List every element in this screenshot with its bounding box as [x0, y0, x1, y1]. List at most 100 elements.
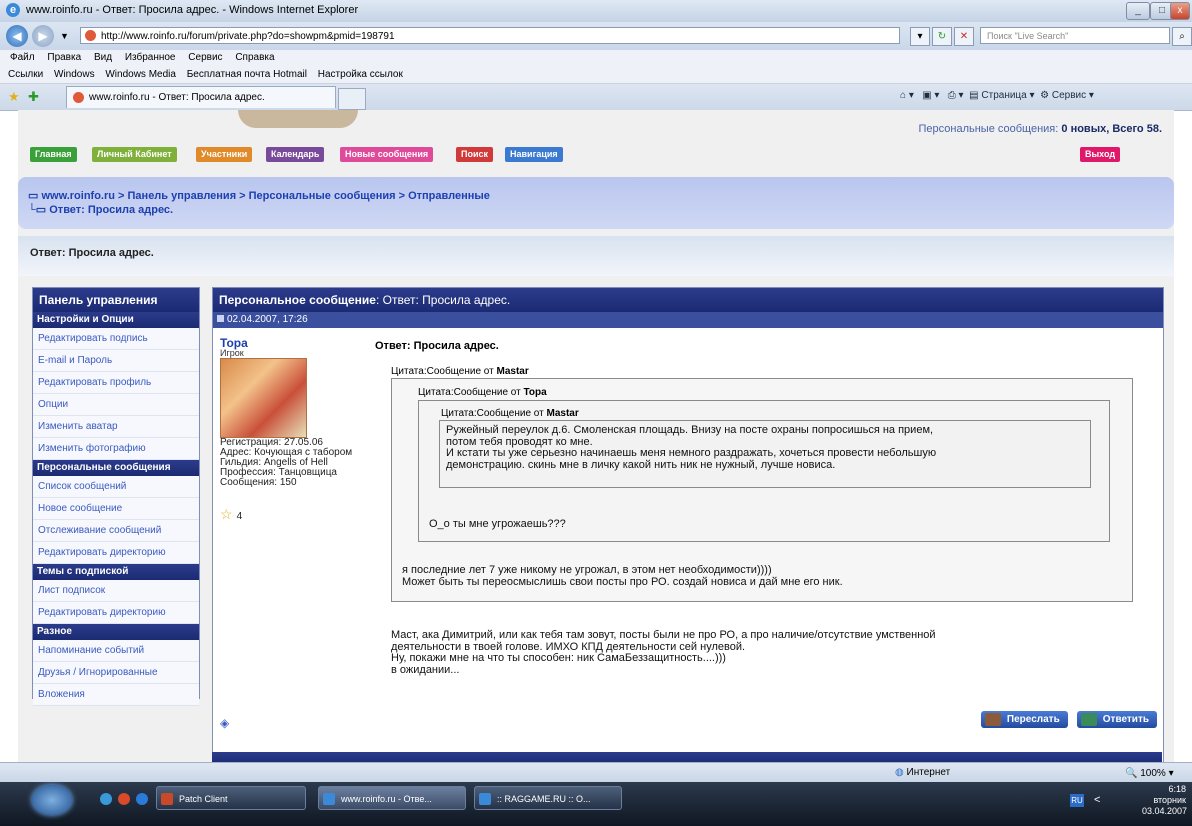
sidebar-item-change-avatar[interactable]: Изменить аватар — [33, 416, 199, 438]
quote2-label-text: Цитата:Сообщение от — [418, 387, 524, 398]
sidebar-item-new-message[interactable]: Новое сообщение — [33, 498, 199, 520]
tray-expand-icon[interactable]: < — [1094, 794, 1100, 806]
quicklaunch-media-icon[interactable] — [118, 793, 130, 805]
quicklaunch-ie-icon[interactable] — [136, 793, 148, 805]
url-dropdown-button[interactable]: ▾ — [910, 27, 930, 46]
stop-icon[interactable]: ✕ — [954, 27, 974, 46]
link-windows[interactable]: Windows — [54, 66, 95, 83]
nav-members[interactable]: Участники — [196, 147, 253, 162]
search-input[interactable]: Поиск "Live Search" — [980, 27, 1170, 44]
breadcrumb-current-text: Ответ: Просила адрес. — [49, 204, 174, 216]
reply-icon — [1080, 713, 1097, 726]
recent-pages-dropdown[interactable]: ▼ — [60, 31, 69, 41]
home-icon[interactable]: ⌂ ▾ — [900, 90, 914, 101]
nav-home[interactable]: Главная — [30, 147, 77, 162]
ie-task-icon — [323, 793, 335, 805]
nav-search[interactable]: Поиск — [456, 147, 494, 162]
quote3-label: Цитата:Сообщение от Mastar — [441, 408, 579, 419]
quote1-label-text: Цитата:Сообщение от — [391, 366, 497, 377]
forward-button-label: Переслать — [1006, 714, 1060, 725]
post-link-icon[interactable]: ◈ — [220, 716, 229, 730]
taskbar: Patch Client www.roinfo.ru - Отве... :: … — [0, 782, 1192, 826]
new-tab-button[interactable] — [338, 88, 366, 110]
nav-calendar[interactable]: Календарь — [266, 147, 325, 162]
user-rating: ☆ 4 — [220, 506, 242, 523]
ie-icon: e — [6, 3, 20, 17]
sidebar-item-event-reminders[interactable]: Напоминание событий — [33, 640, 199, 662]
search-icon[interactable]: ⌕ — [1172, 27, 1192, 46]
page-menu[interactable]: ▤ Страница ▾ — [969, 90, 1034, 101]
tools-menu[interactable]: ⚙ Сервис ▾ — [1040, 90, 1094, 101]
task-patch-client-label: Patch Client — [179, 794, 228, 804]
nav-cabinet[interactable]: Личный Кабинет — [92, 147, 177, 162]
sidebar-item-track-messages[interactable]: Отслеживание сообщений — [33, 520, 199, 542]
link-hotmail[interactable]: Бесплатная почта Hotmail — [187, 66, 307, 83]
language-indicator[interactable]: RU — [1070, 794, 1084, 807]
breadcrumb-path[interactable]: ▭ www.roinfo.ru > Панель управления > Пе… — [28, 189, 490, 202]
logout-button[interactable]: Выход — [1080, 147, 1121, 162]
nav-navigation[interactable]: Навигация — [505, 147, 563, 162]
sidebar-item-options[interactable]: Опции — [33, 394, 199, 416]
task-raggame[interactable]: :: RAGGAME.RU :: О... — [474, 786, 622, 810]
menu-view[interactable]: Вид — [94, 50, 112, 66]
url-text: http://www.roinfo.ru/forum/private.php?d… — [101, 31, 395, 42]
url-field[interactable]: http://www.roinfo.ru/forum/private.php?d… — [80, 27, 900, 44]
zoom-control[interactable]: 🔍 100% ▾ — [1125, 768, 1174, 779]
task-roinfo[interactable]: www.roinfo.ru - Отве... — [318, 786, 466, 810]
clock-date: 03.04.2007 — [1142, 806, 1188, 816]
forward-icon — [984, 713, 1001, 726]
quote1-label: Цитата:Сообщение от Mastar — [391, 366, 529, 377]
sidebar-item-friends-ignored[interactable]: Друзья / Игнорированные — [33, 662, 199, 684]
tab-bar: ★ ✚ www.roinfo.ru - Ответ: Просила адрес… — [0, 84, 1192, 111]
user-panel: Topa Игрок Регистрация: 27.05.06 Адрес: … — [213, 328, 358, 718]
back-button[interactable]: ◀ — [6, 25, 28, 47]
page-viewport: Персональные сообщения: 0 новых, Всего 5… — [18, 110, 1174, 762]
quote3-author: Mastar — [546, 408, 579, 419]
clock[interactable]: 6:18 вторник 03.04.2007 — [1142, 784, 1188, 817]
address-toolbar: ◀ ▶ ▼ http://www.roinfo.ru/forum/private… — [0, 22, 1192, 50]
body-line-3: Ну, покажи мне на что ты способен: ник С… — [391, 652, 726, 664]
sidebar-item-edit-profile[interactable]: Редактировать профиль — [33, 372, 199, 394]
menu-help[interactable]: Справка — [235, 50, 274, 66]
favorites-star-icon[interactable]: ★ — [8, 89, 20, 105]
control-panel-sidebar: Панель управления Настройки и Опции Реда… — [32, 287, 200, 706]
reply-button[interactable]: Ответить — [1076, 711, 1157, 728]
page-title-band — [18, 236, 1174, 276]
task-patch-client[interactable]: Patch Client — [156, 786, 306, 810]
menu-bar: Файл Правка Вид Избранное Сервис Справка — [0, 50, 1192, 66]
sidebar-item-attachments[interactable]: Вложения — [33, 684, 199, 706]
minimize-button[interactable]: _ — [1126, 2, 1150, 20]
sidebar-item-edit-folders[interactable]: Редактировать директорию — [33, 542, 199, 564]
feeds-icon[interactable]: ▣ ▾ — [922, 90, 939, 101]
sidebar-item-email-password[interactable]: E-mail и Пароль — [33, 350, 199, 372]
tab-title: www.roinfo.ru - Ответ: Просила адрес. — [89, 92, 265, 103]
start-button[interactable] — [32, 785, 72, 815]
sidebar-item-edit-signature[interactable]: Редактировать подпись — [33, 328, 199, 350]
menu-edit[interactable]: Правка — [47, 50, 81, 66]
message-header: Персональное сообщение: Ответ: Просила а… — [213, 288, 1163, 312]
link-customize[interactable]: Настройка ссылок — [318, 66, 403, 83]
add-favorites-icon[interactable]: ✚ — [28, 89, 39, 105]
print-icon[interactable]: ⎙ ▾ — [948, 90, 964, 101]
sidebar-section-pm: Персональные сообщения — [33, 460, 199, 476]
sidebar-item-edit-sub-folders[interactable]: Редактировать директорию — [33, 602, 199, 624]
sidebar-item-change-photo[interactable]: Изменить фотографию — [33, 438, 199, 460]
forward-button[interactable]: Переслать — [980, 711, 1068, 728]
ie-task-icon-2 — [479, 793, 491, 805]
menu-tools[interactable]: Сервис — [188, 50, 222, 66]
refresh-icon[interactable]: ↻ — [932, 27, 952, 46]
sidebar-section-settings: Настройки и Опции — [33, 312, 199, 328]
menu-favorites[interactable]: Избранное — [125, 50, 176, 66]
menu-file[interactable]: Файл — [10, 50, 35, 66]
sidebar-item-subscription-list[interactable]: Лист подписок — [33, 580, 199, 602]
sidebar-item-message-list[interactable]: Список сообщений — [33, 476, 199, 498]
tab-current[interactable]: www.roinfo.ru - Ответ: Просила адрес. — [66, 86, 336, 108]
tab-favicon — [73, 92, 84, 103]
message-date: 02.04.2007, 17:26 — [227, 314, 308, 325]
globe-icon: ◍ — [895, 767, 904, 778]
link-windows-media[interactable]: Windows Media — [105, 66, 176, 83]
quicklaunch-desktop-icon[interactable] — [100, 793, 112, 805]
nav-new-posts[interactable]: Новые сообщения — [340, 147, 434, 162]
forward-nav-button[interactable]: ▶ — [32, 25, 54, 47]
close-button[interactable]: x — [1170, 2, 1190, 20]
